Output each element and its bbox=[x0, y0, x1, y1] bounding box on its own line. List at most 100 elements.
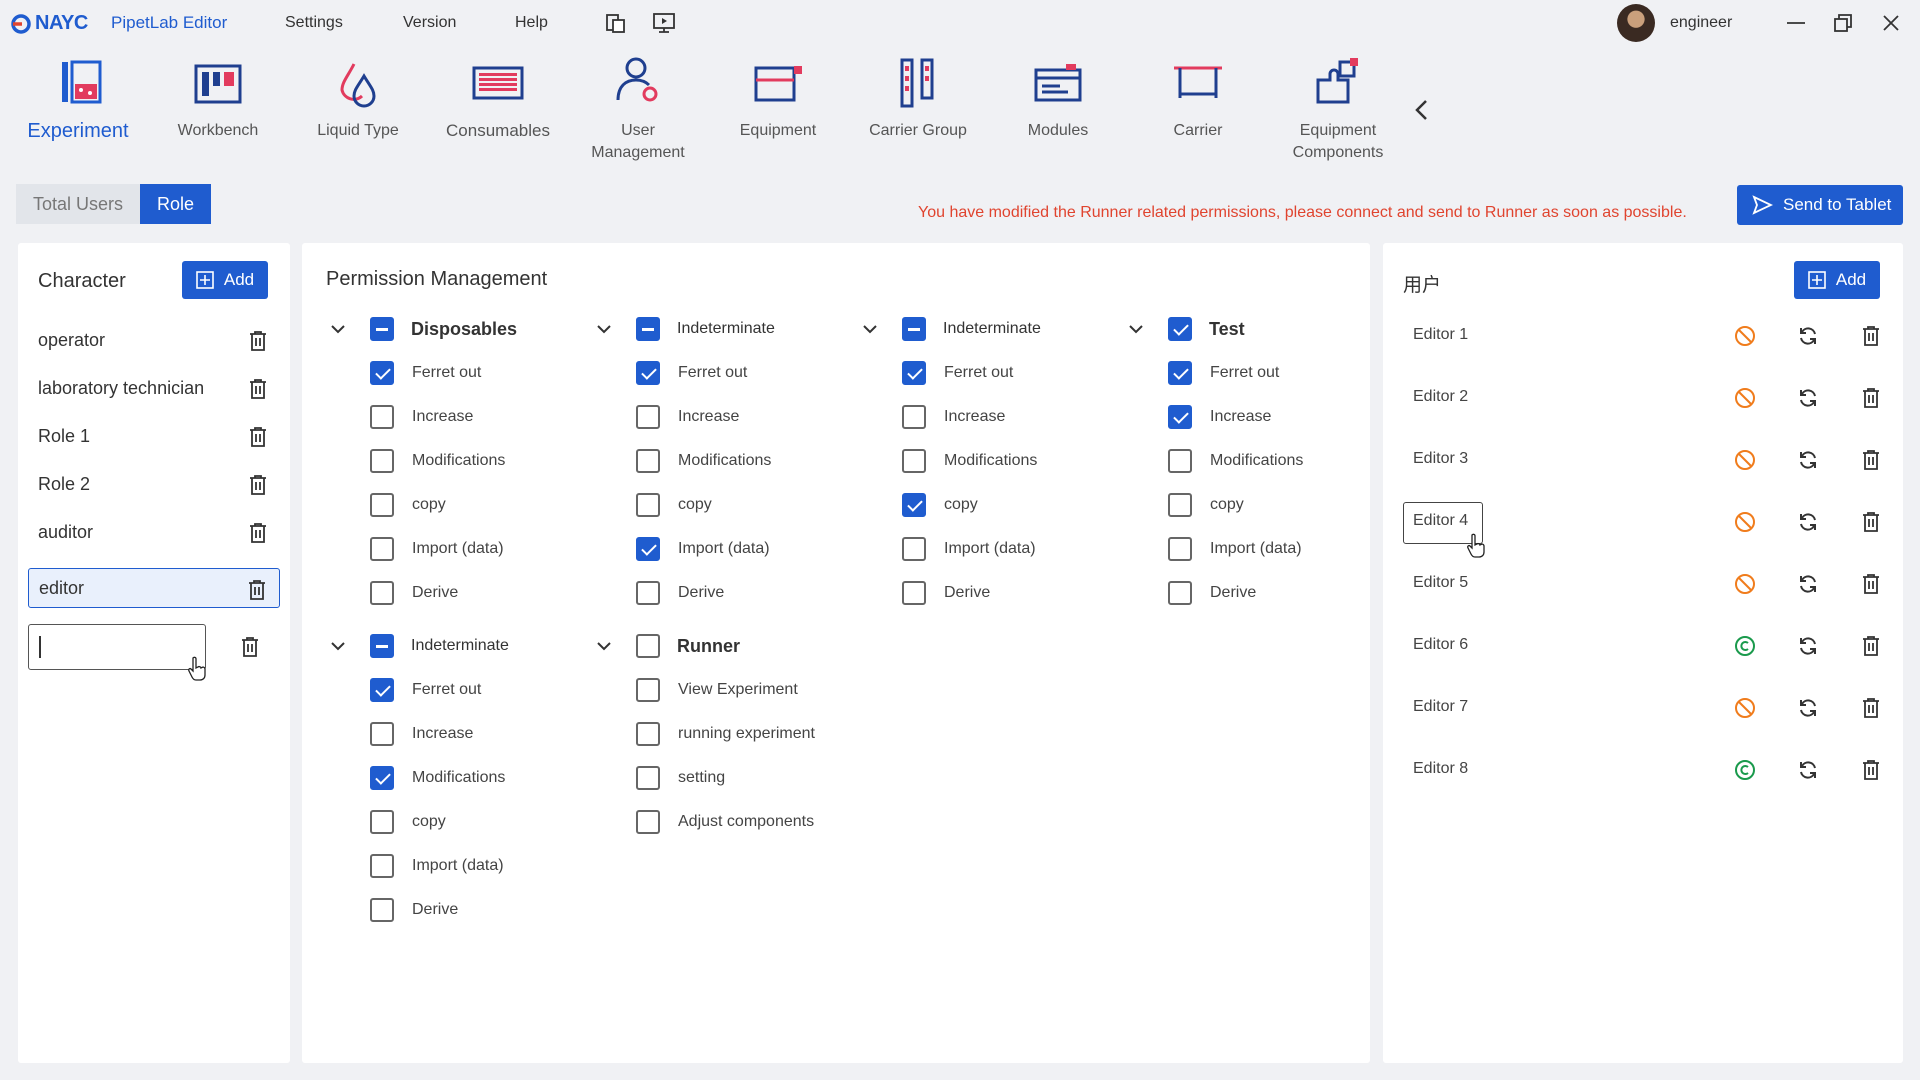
permission-checkbox[interactable] bbox=[902, 449, 926, 473]
add-user-button[interactable]: Add bbox=[1794, 261, 1880, 299]
send-to-tablet-button[interactable]: Send to Tablet bbox=[1737, 185, 1903, 225]
group-checkbox[interactable] bbox=[370, 634, 394, 658]
permission-item[interactable]: Import (data) bbox=[370, 854, 504, 878]
trash-icon[interactable] bbox=[248, 474, 268, 496]
permission-checkbox[interactable] bbox=[636, 766, 660, 790]
role-item[interactable]: operator bbox=[28, 320, 280, 360]
user-name[interactable]: Editor 7 bbox=[1413, 698, 1468, 716]
group-checkbox[interactable] bbox=[370, 317, 394, 341]
permission-item[interactable]: Modifications bbox=[902, 449, 1037, 473]
chevron-down-icon[interactable] bbox=[328, 636, 348, 656]
group-checkbox[interactable] bbox=[636, 317, 660, 341]
menu-version[interactable]: Version bbox=[403, 14, 456, 32]
trash-icon[interactable] bbox=[240, 636, 260, 658]
chevron-down-icon[interactable] bbox=[594, 319, 614, 339]
user-avatar[interactable] bbox=[1617, 4, 1655, 42]
reset-password-icon[interactable] bbox=[1797, 635, 1819, 657]
permission-checkbox[interactable] bbox=[636, 405, 660, 429]
permission-checkbox[interactable] bbox=[636, 722, 660, 746]
trash-icon[interactable] bbox=[1861, 635, 1883, 657]
trash-icon[interactable] bbox=[1861, 573, 1883, 595]
permission-checkbox[interactable] bbox=[1168, 361, 1192, 385]
user-name[interactable]: engineer bbox=[1670, 14, 1732, 32]
close-icon[interactable] bbox=[1880, 12, 1902, 34]
permission-checkbox[interactable] bbox=[370, 449, 394, 473]
permission-item[interactable]: Increase bbox=[636, 405, 739, 429]
trash-icon[interactable] bbox=[248, 330, 268, 352]
permission-checkbox[interactable] bbox=[370, 581, 394, 605]
permission-item[interactable]: Ferret out bbox=[370, 361, 481, 385]
restore-icon[interactable] bbox=[1832, 12, 1854, 34]
user-name[interactable]: Editor 5 bbox=[1413, 574, 1468, 592]
user-name[interactable]: Editor 8 bbox=[1413, 760, 1468, 778]
toolbar-carrier-group[interactable]: Carrier Group bbox=[848, 54, 988, 142]
trash-icon[interactable] bbox=[1861, 759, 1883, 781]
chevron-down-icon[interactable] bbox=[594, 636, 614, 656]
group-checkbox[interactable] bbox=[902, 317, 926, 341]
trash-icon[interactable] bbox=[247, 579, 267, 601]
chevron-down-icon[interactable] bbox=[328, 319, 348, 339]
permission-item[interactable]: Derive bbox=[1168, 581, 1256, 605]
disabled-icon[interactable] bbox=[1734, 325, 1756, 347]
reset-password-icon[interactable] bbox=[1797, 697, 1819, 719]
permission-item[interactable]: Import (data) bbox=[1168, 537, 1302, 561]
permission-item[interactable]: Import (data) bbox=[902, 537, 1036, 561]
permission-checkbox[interactable] bbox=[636, 810, 660, 834]
trash-icon[interactable] bbox=[248, 522, 268, 544]
permission-item[interactable]: running experiment bbox=[636, 722, 815, 746]
permission-checkbox[interactable] bbox=[1168, 537, 1192, 561]
permission-checkbox[interactable] bbox=[636, 537, 660, 561]
toolbar-carrier[interactable]: Carrier bbox=[1128, 54, 1268, 142]
permission-checkbox[interactable] bbox=[370, 537, 394, 561]
permission-checkbox[interactable] bbox=[636, 449, 660, 473]
trash-icon[interactable] bbox=[1861, 325, 1883, 347]
permission-item[interactable]: Modifications bbox=[1168, 449, 1303, 473]
user-name[interactable]: Editor 1 bbox=[1413, 326, 1468, 344]
permission-checkbox[interactable] bbox=[370, 854, 394, 878]
permission-checkbox[interactable] bbox=[902, 361, 926, 385]
permission-item[interactable]: View Experiment bbox=[636, 678, 798, 702]
permission-checkbox[interactable] bbox=[636, 361, 660, 385]
permission-checkbox[interactable] bbox=[370, 766, 394, 790]
permission-item[interactable]: Modifications bbox=[636, 449, 771, 473]
permission-item[interactable]: Ferret out bbox=[636, 361, 747, 385]
new-role-input[interactable] bbox=[28, 624, 206, 670]
enabled-icon[interactable] bbox=[1734, 635, 1756, 657]
minimize-icon[interactable] bbox=[1785, 12, 1807, 34]
reset-password-icon[interactable] bbox=[1797, 511, 1819, 533]
disabled-icon[interactable] bbox=[1734, 449, 1756, 471]
role-item[interactable]: editor bbox=[28, 568, 280, 608]
trash-icon[interactable] bbox=[1861, 697, 1883, 719]
disabled-icon[interactable] bbox=[1734, 573, 1756, 595]
permission-item[interactable]: Import (data) bbox=[636, 537, 770, 561]
permission-checkbox[interactable] bbox=[902, 493, 926, 517]
permission-item[interactable]: Import (data) bbox=[370, 537, 504, 561]
user-name[interactable]: Editor 6 bbox=[1413, 636, 1468, 654]
permission-checkbox[interactable] bbox=[902, 537, 926, 561]
chevron-down-icon[interactable] bbox=[1126, 319, 1146, 339]
role-item[interactable]: Role 1 bbox=[28, 416, 280, 456]
copy-window-icon[interactable] bbox=[604, 12, 628, 34]
disabled-icon[interactable] bbox=[1734, 697, 1756, 719]
user-name[interactable]: Editor 3 bbox=[1413, 450, 1468, 468]
role-item[interactable]: auditor bbox=[28, 512, 280, 552]
reset-password-icon[interactable] bbox=[1797, 573, 1819, 595]
permission-item[interactable]: copy bbox=[636, 493, 712, 517]
permission-checkbox[interactable] bbox=[370, 722, 394, 746]
permission-item[interactable]: Adjust components bbox=[636, 810, 814, 834]
role-item[interactable]: laboratory technician bbox=[28, 368, 280, 408]
permission-item[interactable]: Modifications bbox=[370, 766, 505, 790]
toolbar-user-management[interactable]: User Management bbox=[568, 54, 708, 164]
tab-total-users[interactable]: Total Users bbox=[16, 184, 141, 224]
permission-checkbox[interactable] bbox=[370, 678, 394, 702]
menu-help[interactable]: Help bbox=[515, 14, 548, 32]
tab-role[interactable]: Role bbox=[140, 184, 212, 224]
permission-checkbox[interactable] bbox=[902, 405, 926, 429]
reset-password-icon[interactable] bbox=[1797, 387, 1819, 409]
permission-item[interactable]: setting bbox=[636, 766, 725, 790]
permission-checkbox[interactable] bbox=[1168, 493, 1192, 517]
collapse-toolbar-icon[interactable] bbox=[1410, 95, 1434, 125]
permission-item[interactable]: Derive bbox=[370, 898, 458, 922]
add-role-button[interactable]: Add bbox=[182, 261, 268, 299]
group-checkbox[interactable] bbox=[636, 634, 660, 658]
